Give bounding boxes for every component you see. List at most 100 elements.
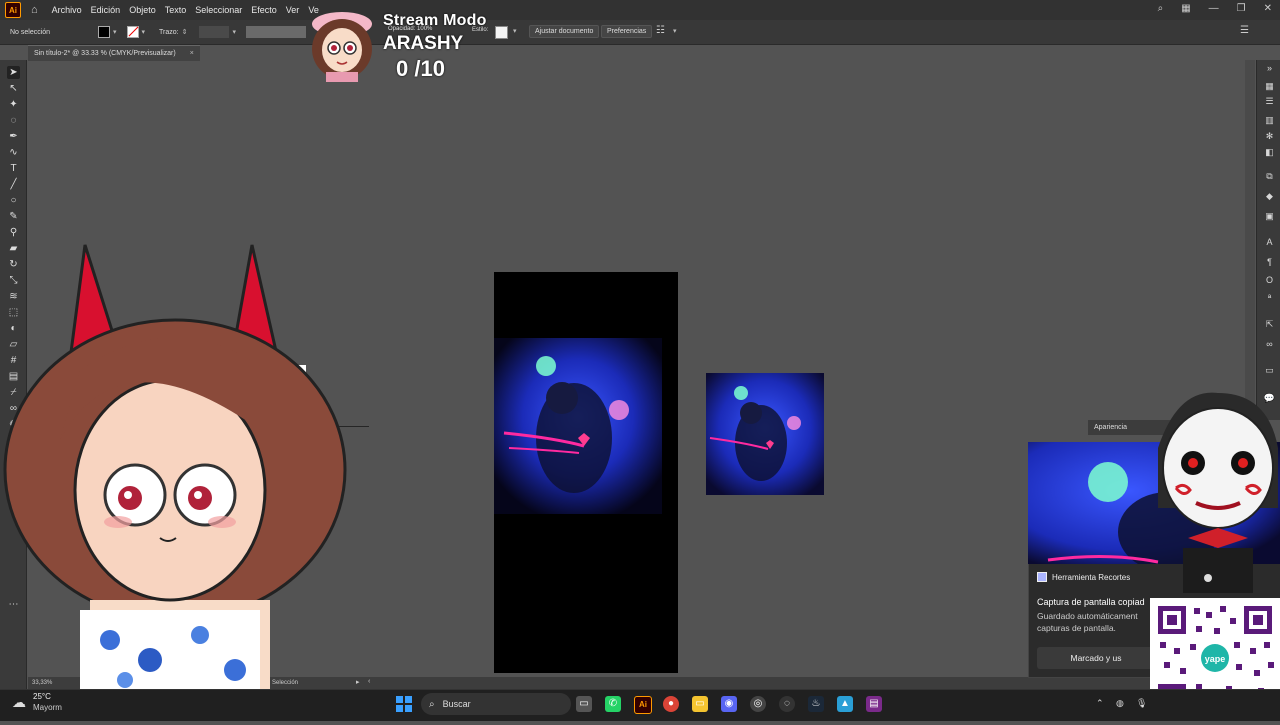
chevron-down-icon[interactable]: ▾ xyxy=(142,28,146,36)
microphone-icon[interactable]: 🎙 xyxy=(1136,698,1147,709)
chevron-down-icon[interactable]: ▾ xyxy=(673,27,677,35)
notification-app-name: Herramienta Recortes xyxy=(1052,572,1131,582)
artboards-icon[interactable]: ▣ xyxy=(1263,210,1276,222)
taskbar-search-placeholder: Buscar xyxy=(442,699,471,709)
character-icon[interactable]: A xyxy=(1263,236,1276,248)
notification-app: Herramienta Recortes xyxy=(1037,572,1130,582)
menu-archivo[interactable]: Archivo xyxy=(52,5,82,15)
photos-icon[interactable]: ▲ xyxy=(837,696,853,712)
variable-width-profile[interactable] xyxy=(246,26,306,38)
menu-objeto[interactable]: Objeto xyxy=(129,5,156,15)
pen-tool-icon[interactable]: ✒ xyxy=(7,130,20,143)
opentype-icon[interactable]: O xyxy=(1263,274,1276,286)
streamer-name: ARASHY xyxy=(383,33,464,54)
graphic-style-swatch[interactable] xyxy=(495,26,508,39)
export-icon[interactable]: ⇱ xyxy=(1263,318,1276,330)
restore-icon[interactable]: ❐ xyxy=(1237,3,1246,14)
panels-dock: » ▦ ☰ ▥ ✻ ◧ ⧉ ◆ ▣ A ¶ O ª ⇱ ∞ ▭ 💬 xyxy=(1256,60,1280,420)
chevron-left-icon[interactable]: ‹ xyxy=(368,678,370,685)
window-controls: ⌕ ▦ — ❐ ✕ xyxy=(1158,3,1272,14)
paintbrush-tool-icon[interactable]: ✎ xyxy=(7,210,20,223)
fit-document-button[interactable]: Ajustar documento xyxy=(529,25,600,38)
weather-temperature[interactable]: 25°C xyxy=(33,692,51,701)
stroke-swatch[interactable] xyxy=(126,26,139,38)
selection-status: No selección xyxy=(10,28,51,36)
stroke-label: Trazo: xyxy=(159,28,179,36)
panel-menu-icon[interactable]: ☰ xyxy=(1240,25,1249,36)
winrar-icon[interactable]: ▤ xyxy=(866,696,882,712)
chrome-icon[interactable]: ● xyxy=(663,696,679,712)
chevron-down-icon[interactable]: ▾ xyxy=(232,28,236,36)
tray-chevron-up-icon[interactable]: ⌃ xyxy=(1096,698,1104,709)
paragraph-icon[interactable]: ¶ xyxy=(1263,256,1276,268)
line-tool-icon[interactable]: ╱ xyxy=(7,178,20,191)
chevron-down-icon[interactable]: ▾ xyxy=(513,27,517,35)
swatches-icon[interactable]: ▥ xyxy=(1263,114,1276,126)
whatsapp-icon[interactable]: ✆ xyxy=(605,696,621,712)
magic-wand-tool-icon[interactable]: ✦ xyxy=(7,98,20,111)
taskbar-search-input[interactable]: ⌕ Buscar xyxy=(421,693,571,715)
search-icon[interactable]: ⌕ xyxy=(1158,3,1164,14)
properties-icon[interactable]: ☰ xyxy=(1263,95,1276,107)
ellipse-tool-icon[interactable]: ○ xyxy=(7,194,20,207)
illustrator-logo-icon: Ai xyxy=(5,2,21,18)
type-tool-icon[interactable]: T xyxy=(7,162,20,175)
menu-bar: Ai ⌂ Archivo Edición Objeto Texto Selecc… xyxy=(0,0,1280,20)
windows-start-icon[interactable] xyxy=(396,696,412,712)
artwork-image-small[interactable] xyxy=(706,373,824,495)
weather-description[interactable]: Mayorm xyxy=(33,703,62,712)
fill-swatch[interactable] xyxy=(98,26,110,38)
selection-tool-icon[interactable]: ➤ xyxy=(7,66,20,79)
markup-and-share-button[interactable]: Marcado y us xyxy=(1037,647,1155,669)
preferences-button[interactable]: Preferencias xyxy=(601,25,653,38)
lasso-tool-icon[interactable]: ◌ xyxy=(7,114,20,127)
glyphs-icon[interactable]: ª xyxy=(1263,292,1276,304)
stepper-icon[interactable]: ⇕ xyxy=(182,28,188,36)
layers-collapse-icon[interactable]: » xyxy=(1263,62,1276,74)
app-icon[interactable]: ◌ xyxy=(779,696,795,712)
menu-seleccionar[interactable]: Seleccionar xyxy=(195,5,242,15)
stroke-weight-input[interactable] xyxy=(199,26,230,38)
weather-icon[interactable]: ☁ xyxy=(12,694,26,711)
stream-counter: 0 /10 xyxy=(396,56,445,81)
close-icon[interactable]: ✕ xyxy=(1264,3,1272,14)
document-tab[interactable]: Sin título-2* @ 33.33 % (CMYK/Previsuali… xyxy=(28,45,200,61)
obs-icon[interactable]: ◎ xyxy=(750,696,766,712)
symbols-icon[interactable]: ◧ xyxy=(1263,146,1276,158)
snipping-tool-icon xyxy=(1037,572,1047,582)
menu-ver[interactable]: Ver xyxy=(286,5,300,15)
brushes-icon[interactable]: ✻ xyxy=(1263,130,1276,142)
steam-icon[interactable]: ♨ xyxy=(808,696,824,712)
streamer-avatar-small xyxy=(312,12,372,82)
artwork-image-main[interactable] xyxy=(494,338,662,514)
clown-avatar xyxy=(1158,392,1278,593)
layers-icon[interactable]: ◆ xyxy=(1263,190,1276,202)
notification-body: Guardado automáticament capturas de pant… xyxy=(1037,611,1138,633)
minimize-icon[interactable]: — xyxy=(1209,3,1219,14)
discord-icon[interactable]: ◉ xyxy=(721,696,737,712)
close-tab-icon[interactable]: × xyxy=(190,50,194,57)
yape-logo-text: yape xyxy=(1205,654,1226,664)
menu-edicion[interactable]: Edición xyxy=(91,5,121,15)
menu-texto[interactable]: Texto xyxy=(165,5,187,15)
chevron-down-icon[interactable]: ▾ xyxy=(113,28,117,36)
task-view-icon[interactable]: ▭ xyxy=(576,696,592,712)
shaper-tool-icon[interactable]: ⚲ xyxy=(7,226,20,239)
workspace-icon[interactable]: ▦ xyxy=(1181,3,1190,14)
file-explorer-icon[interactable]: ▭ xyxy=(692,696,708,712)
notification-heading: Captura de pantalla copiad xyxy=(1037,597,1145,607)
arrange-icon[interactable]: ☷ xyxy=(656,25,665,36)
illustrator-taskbar-icon[interactable]: Ai xyxy=(634,696,652,714)
stream-mode-title: Stream Modo xyxy=(383,12,487,29)
gradient-panel-icon[interactable]: ▭ xyxy=(1263,364,1276,376)
streamer-avatar-large xyxy=(3,244,347,690)
direct-selection-tool-icon[interactable]: ↖ xyxy=(7,82,20,95)
menu-efecto[interactable]: Efecto xyxy=(251,5,277,15)
tray-app-icon[interactable]: ◍ xyxy=(1116,698,1124,709)
links-icon[interactable]: ∞ xyxy=(1263,338,1276,350)
curvature-tool-icon[interactable]: ∿ xyxy=(7,146,20,159)
transform-icon[interactable]: ⧉ xyxy=(1263,170,1276,182)
search-icon: ⌕ xyxy=(429,698,435,710)
libraries-icon[interactable]: ▦ xyxy=(1263,80,1276,92)
home-icon[interactable]: ⌂ xyxy=(31,4,38,16)
